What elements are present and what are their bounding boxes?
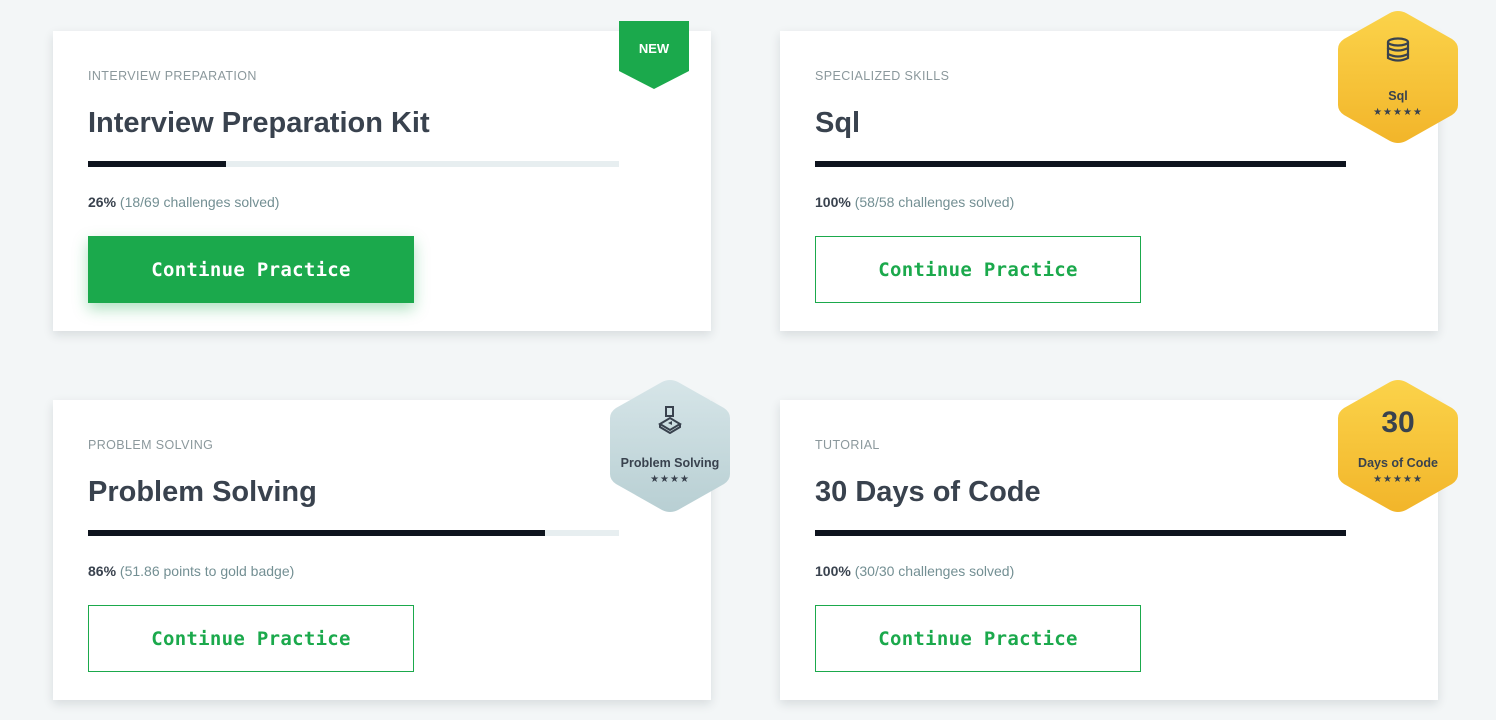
card-30-days-of-code: TUTORIAL 30 Days of Code 100% (30/30 cha… bbox=[780, 380, 1458, 700]
progress-percent: 100% bbox=[815, 563, 851, 579]
progress-bar bbox=[88, 530, 619, 536]
badge-name: Days of Code bbox=[1358, 456, 1438, 470]
card-title[interactable]: Sql bbox=[815, 107, 860, 140]
new-ribbon: NEW bbox=[619, 21, 689, 89]
progress-detail: (58/58 challenges solved) bbox=[854, 194, 1015, 210]
card-sql: SPECIALIZED SKILLS Sql 100% (58/58 chall… bbox=[780, 11, 1458, 331]
card-interview-preparation-kit: NEW INTERVIEW PREPARATION Interview Prep… bbox=[53, 21, 711, 331]
progress-bar-fill bbox=[815, 530, 1346, 536]
progress-bar-fill bbox=[815, 161, 1346, 167]
card-category: TUTORIAL bbox=[815, 438, 880, 452]
blocks-icon bbox=[606, 404, 734, 439]
progress-summary: 100% (58/58 challenges solved) bbox=[815, 194, 1014, 210]
card-category: INTERVIEW PREPARATION bbox=[88, 69, 257, 83]
card-title[interactable]: Interview Preparation Kit bbox=[88, 107, 430, 140]
badge-name: Problem Solving bbox=[620, 456, 720, 470]
progress-bar bbox=[88, 161, 619, 167]
progress-detail: (18/69 challenges solved) bbox=[119, 194, 280, 210]
progress-bar-fill bbox=[88, 530, 545, 536]
card-category: SPECIALIZED SKILLS bbox=[815, 69, 950, 83]
new-ribbon-label: NEW bbox=[638, 41, 670, 56]
continue-practice-button[interactable]: Continue Practice bbox=[88, 605, 414, 672]
30-days-of-code-badge[interactable]: 30 Days of Code ★★★★★ bbox=[1334, 376, 1462, 516]
badge-number: 30 bbox=[1381, 406, 1415, 439]
progress-summary: 100% (30/30 challenges solved) bbox=[815, 563, 1014, 579]
continue-practice-button[interactable]: Continue Practice bbox=[815, 236, 1141, 303]
card-title[interactable]: Problem Solving bbox=[88, 476, 317, 509]
database-icon bbox=[1334, 37, 1462, 68]
card-category: PROBLEM SOLVING bbox=[88, 438, 214, 452]
card-problem-solving: PROBLEM SOLVING Problem Solving 86% (51.… bbox=[53, 380, 730, 700]
progress-bar-fill bbox=[88, 161, 227, 167]
problem-solving-badge[interactable]: Problem Solving ★★★★ bbox=[606, 376, 734, 516]
badge-stars: ★★★★ bbox=[650, 474, 690, 485]
progress-percent: 86% bbox=[88, 563, 117, 579]
progress-bar bbox=[815, 530, 1346, 536]
progress-summary: 86% (51.86 points to gold badge) bbox=[88, 563, 294, 579]
progress-detail: (51.86 points to gold badge) bbox=[119, 563, 295, 579]
progress-detail: (30/30 challenges solved) bbox=[854, 563, 1015, 579]
continue-practice-button[interactable]: Continue Practice bbox=[815, 605, 1141, 672]
progress-percent: 100% bbox=[815, 194, 851, 210]
badge-stars: ★★★★★ bbox=[1373, 474, 1423, 485]
sql-badge[interactable]: Sql ★★★★★ bbox=[1334, 7, 1462, 147]
card-title[interactable]: 30 Days of Code bbox=[815, 476, 1041, 509]
badge-stars: ★★★★★ bbox=[1373, 107, 1423, 118]
practice-dashboard: NEW INTERVIEW PREPARATION Interview Prep… bbox=[0, 0, 1496, 720]
progress-summary: 26% (18/69 challenges solved) bbox=[88, 194, 279, 210]
progress-percent: 26% bbox=[88, 194, 117, 210]
badge-name: Sql bbox=[1388, 89, 1408, 103]
progress-bar bbox=[815, 161, 1346, 167]
continue-practice-button[interactable]: Continue Practice bbox=[88, 236, 414, 303]
